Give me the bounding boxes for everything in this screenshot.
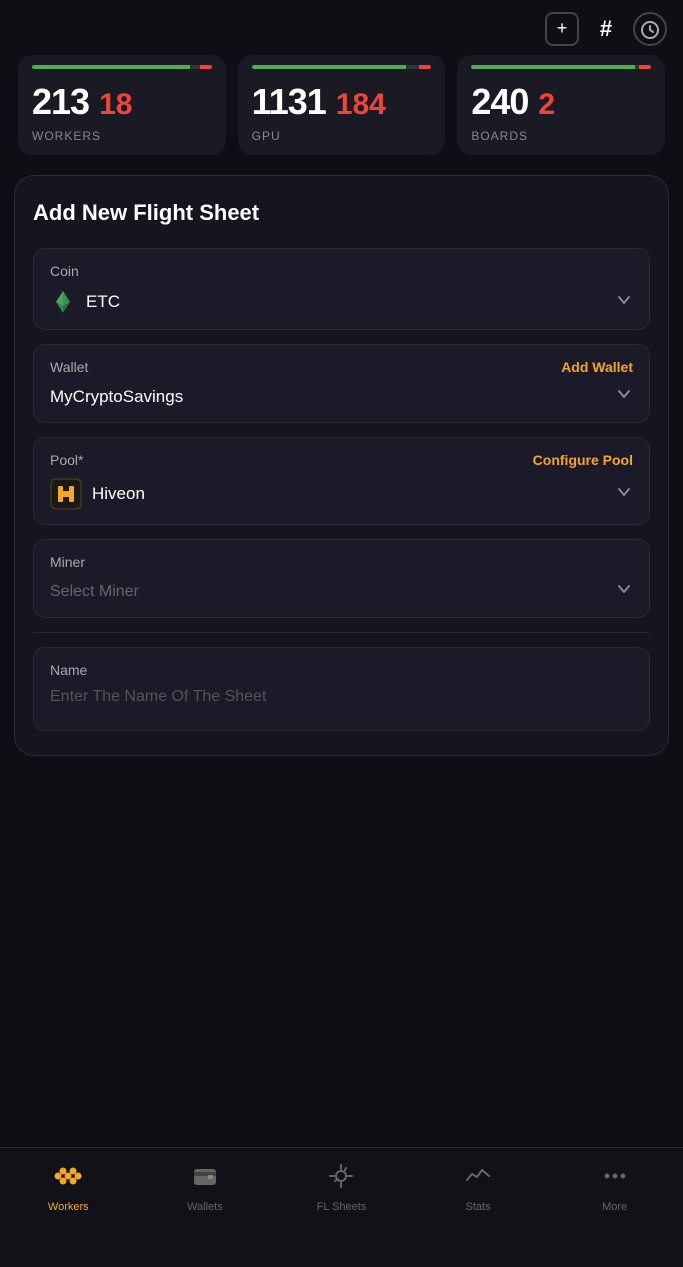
coin-label: Coin [50, 263, 633, 279]
miner-select-row[interactable]: Select Miner [50, 580, 633, 603]
workers-nav-icon [54, 1162, 82, 1195]
add-icon[interactable]: + [545, 12, 579, 46]
wallets-nav-label: Wallets [187, 1201, 223, 1213]
name-label: Name [50, 662, 633, 678]
timer-icon[interactable] [633, 12, 667, 46]
boards-main-value: 240 [471, 81, 528, 123]
wallet-chevron-icon [615, 385, 633, 408]
nav-item-wallets[interactable]: Wallets [137, 1162, 274, 1213]
status-bar: + # [0, 0, 683, 55]
workers-stat-card[interactable]: 213 18 WORKERS [18, 55, 226, 155]
stats-nav-label: Stats [466, 1201, 491, 1213]
nav-item-workers[interactable]: Workers [0, 1162, 137, 1213]
pool-selected-value: Hiveon [50, 478, 145, 510]
boards-label: BOARDS [471, 129, 651, 143]
miner-section[interactable]: Miner Select Miner [33, 539, 650, 618]
coin-section[interactable]: Coin ETC [33, 248, 650, 330]
nav-item-stats[interactable]: Stats [410, 1162, 547, 1213]
name-section[interactable]: Name Enter The Name Of The Sheet [33, 647, 650, 731]
workers-bar [32, 65, 212, 69]
wallet-section[interactable]: Wallet Add Wallet MyCryptoSavings [33, 344, 650, 423]
fl-sheets-nav-label: FL Sheets [317, 1201, 367, 1213]
workers-label: WORKERS [32, 129, 212, 143]
bottom-nav: Workers Wallets FL Sheets [0, 1147, 683, 1267]
wallet-select-row[interactable]: MyCryptoSavings [50, 385, 633, 408]
name-input[interactable]: Enter The Name Of The Sheet [50, 688, 633, 706]
workers-nav-label: Workers [48, 1201, 89, 1213]
more-nav-icon [601, 1162, 629, 1195]
gpu-label: GPU [252, 129, 432, 143]
form-title: Add New Flight Sheet [33, 200, 650, 226]
form-divider [33, 632, 650, 633]
gpu-stat-card[interactable]: 1131 184 GPU [238, 55, 446, 155]
gpu-bar [252, 65, 432, 69]
pool-select-row[interactable]: Hiveon [50, 478, 633, 510]
flight-sheet-form: Add New Flight Sheet Coin ETC [14, 175, 669, 756]
miner-label: Miner [50, 554, 633, 570]
add-wallet-button[interactable]: Add Wallet [561, 359, 633, 375]
fl-sheets-nav-icon [327, 1162, 355, 1195]
gpu-main-value: 1131 [252, 81, 326, 123]
hiveon-icon [50, 478, 82, 510]
nav-item-fl-sheets[interactable]: FL Sheets [273, 1162, 410, 1213]
wallet-selected-value: MyCryptoSavings [50, 387, 183, 407]
miner-placeholder: Select Miner [50, 583, 139, 601]
nav-item-more[interactable]: More [546, 1162, 683, 1213]
stats-nav-icon [464, 1162, 492, 1195]
coin-chevron-icon [615, 291, 633, 314]
boards-stat-card[interactable]: 240 2 BOARDS [457, 55, 665, 155]
configure-pool-button[interactable]: Configure Pool [533, 452, 633, 468]
wallet-label: Wallet [50, 359, 88, 375]
boards-alert-value: 2 [538, 88, 555, 122]
pool-section[interactable]: Pool* Configure Pool Hiveon [33, 437, 650, 525]
gpu-alert-value: 184 [336, 88, 386, 122]
pool-label: Pool* [50, 452, 83, 468]
miner-chevron-icon [615, 580, 633, 603]
stats-row: 213 18 WORKERS 1131 184 GPU 240 2 BOARDS [0, 55, 683, 155]
boards-bar [471, 65, 651, 69]
pool-chevron-icon [615, 483, 633, 506]
coin-selected-value: ETC [50, 289, 120, 315]
workers-main-value: 213 [32, 81, 89, 123]
ethereum-icon [50, 289, 76, 315]
workers-alert-value: 18 [99, 88, 132, 122]
wallets-nav-icon [191, 1162, 219, 1195]
coin-select-row[interactable]: ETC [50, 289, 633, 315]
hash-icon[interactable]: # [589, 12, 623, 46]
more-nav-label: More [602, 1201, 627, 1213]
